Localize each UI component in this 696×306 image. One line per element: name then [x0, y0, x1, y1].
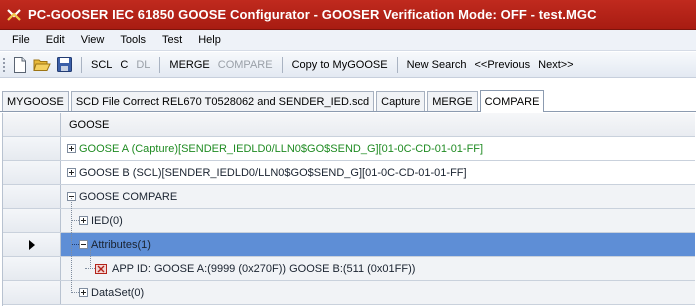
table-row[interactable]: GOOSE B (SCL)[SENDER_IEDLD0/LLN0$GO$SEND…	[3, 161, 695, 185]
app-id-label: APP ID: GOOSE A:(9999 (0x270F)) GOOSE B:…	[112, 262, 416, 275]
menu-test[interactable]: Test	[154, 34, 190, 46]
toolbar: SCL C DL MERGE COMPARE Copy to MyGOOSE N…	[0, 52, 696, 78]
goose-b-label: GOOSE B (SCL)[SENDER_IEDLD0/LLN0$GO$SEND…	[79, 166, 467, 179]
menu-view[interactable]: View	[73, 34, 113, 46]
c-button[interactable]: C	[116, 59, 132, 71]
goose-compare-label: GOOSE COMPARE	[79, 190, 178, 203]
compare-grid: GOOSE GOOSE A (Capture)[SENDER_IEDLD0/LL…	[2, 113, 695, 306]
open-folder-icon[interactable]	[32, 55, 52, 75]
window-title: PC-GOOSER IEC 61850 GOOSE Configurator -…	[28, 7, 597, 22]
new-search-button[interactable]: New Search	[403, 59, 471, 71]
row-header[interactable]	[3, 233, 61, 256]
tab-scd-file[interactable]: SCD File Correct REL670 T0528062 and SEN…	[70, 91, 375, 111]
table-row[interactable]: DataSet(0)	[3, 281, 695, 305]
table-row[interactable]: APP ID: GOOSE A:(9999 (0x270F)) GOOSE B:…	[3, 257, 695, 281]
current-row-arrow-icon	[28, 239, 35, 250]
tab-merge[interactable]: MERGE	[427, 91, 478, 111]
previous-button[interactable]: <<Previous	[470, 59, 534, 71]
row-header[interactable]	[3, 209, 61, 232]
table-row[interactable]: IED(0)	[3, 209, 695, 233]
copy-to-mygoose-button[interactable]: Copy to MyGOOSE	[288, 59, 392, 71]
tree-branch-line	[90, 246, 91, 269]
ied-label: IED(0)	[91, 214, 123, 227]
compare-button[interactable]: COMPARE	[214, 59, 277, 71]
tree-trunk-line	[71, 198, 72, 293]
title-bar: PC-GOOSER IEC 61850 GOOSE Configurator -…	[0, 0, 696, 30]
dataset-label: DataSet(0)	[91, 286, 145, 299]
tree-connector	[71, 220, 79, 221]
new-file-icon[interactable]	[10, 55, 30, 75]
menu-bar: File Edit View Tools Test Help	[0, 30, 696, 51]
tab-mygoose[interactable]: MYGOOSE	[2, 91, 69, 111]
toolbar-separator	[396, 56, 398, 73]
attributes-label: Attributes(1)	[91, 238, 151, 251]
merge-button[interactable]: MERGE	[165, 59, 213, 71]
expand-icon[interactable]	[79, 216, 88, 225]
tree-connector	[71, 292, 79, 293]
row-header[interactable]	[3, 137, 61, 160]
table-row[interactable]: GOOSE COMPARE	[3, 185, 695, 209]
next-button[interactable]: Next>>	[534, 59, 577, 71]
row-header[interactable]	[3, 281, 61, 304]
row-header-corner	[3, 113, 61, 136]
app-icon	[6, 7, 22, 23]
row-header[interactable]	[3, 257, 61, 280]
menu-help[interactable]: Help	[190, 34, 229, 46]
column-header-goose[interactable]: GOOSE	[61, 113, 695, 136]
expand-icon[interactable]	[67, 144, 76, 153]
tree-connector	[71, 244, 79, 245]
goose-a-label: GOOSE A (Capture)[SENDER_IEDLD0/LLN0$GO$…	[79, 142, 484, 155]
table-row[interactable]: GOOSE A (Capture)[SENDER_IEDLD0/LLN0$GO$…	[3, 137, 695, 161]
dl-button[interactable]: DL	[132, 59, 154, 71]
menu-edit[interactable]: Edit	[38, 34, 73, 46]
menu-file[interactable]: File	[4, 34, 38, 46]
toolbar-separator	[159, 56, 161, 73]
expand-icon[interactable]	[79, 288, 88, 297]
toolbar-separator	[81, 56, 82, 73]
collapse-icon[interactable]	[79, 240, 88, 249]
tab-capture[interactable]: Capture	[376, 91, 426, 111]
toolbar-grip[interactable]	[2, 56, 6, 73]
row-header[interactable]	[3, 161, 61, 184]
table-row[interactable]: Attributes(1)	[3, 233, 695, 257]
mismatch-icon	[95, 263, 107, 274]
grid-header-row: GOOSE	[3, 113, 695, 137]
toolbar-separator	[281, 56, 283, 73]
row-header[interactable]	[3, 185, 61, 208]
tab-strip: MYGOOSE SCD File Correct REL670 T0528062…	[0, 90, 696, 112]
tab-compare[interactable]: COMPARE	[479, 90, 545, 112]
menu-tools[interactable]: Tools	[112, 34, 154, 46]
expand-icon[interactable]	[67, 168, 76, 177]
save-icon[interactable]	[54, 55, 74, 75]
scl-button[interactable]: SCL	[87, 59, 116, 71]
